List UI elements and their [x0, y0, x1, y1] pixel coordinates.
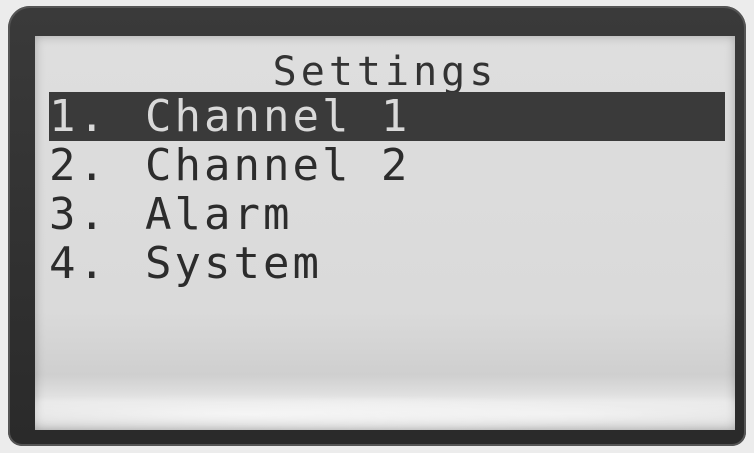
menu-item-number: 4. [49, 238, 108, 289]
lcd-screen: Settings 1. Channel 1 2. Channel 2 3. Alarm… [35, 36, 735, 430]
device-bezel: Settings 1. Channel 1 2. Channel 2 3. Alarm… [0, 0, 754, 453]
screen-glare [35, 390, 735, 430]
menu-item-label: System [145, 238, 322, 289]
screen-title: Settings [272, 49, 498, 95]
menu-item-system[interactable]: 4. System [49, 239, 725, 288]
menu-item-label: Channel 1 [145, 91, 411, 142]
menu-item-number: 1. [49, 91, 108, 142]
settings-menu: 1. Channel 1 2. Channel 2 3. Alarm 4. System [49, 92, 725, 288]
menu-item-channel-1[interactable]: 1. Channel 1 [49, 92, 725, 141]
menu-item-number: 3. [49, 189, 108, 240]
menu-item-label: Alarm [145, 189, 293, 240]
menu-item-label: Channel 2 [145, 140, 411, 191]
menu-item-alarm[interactable]: 3. Alarm [49, 190, 725, 239]
lcd-frame: Settings 1. Channel 1 2. Channel 2 3. Alarm… [8, 6, 746, 446]
menu-item-channel-2[interactable]: 2. Channel 2 [49, 141, 725, 190]
menu-item-number: 2. [49, 140, 108, 191]
